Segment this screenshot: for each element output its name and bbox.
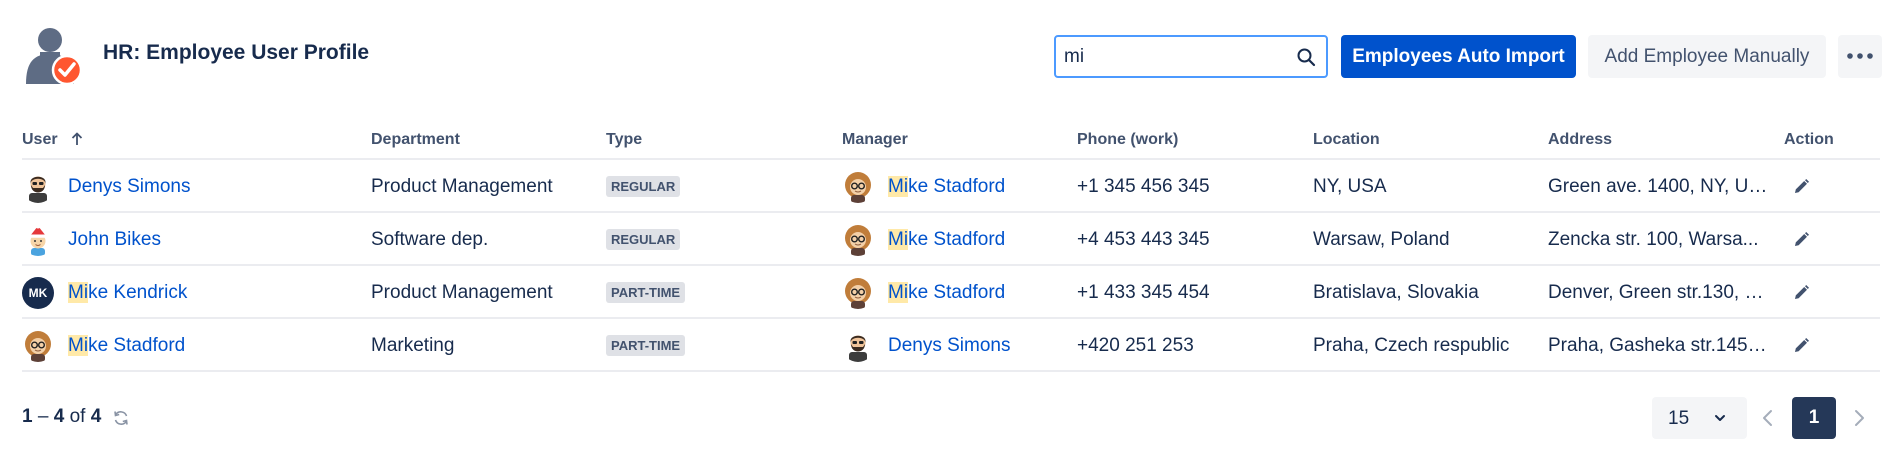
manager-link[interactable]: Mike Stadford — [888, 281, 1005, 304]
type-cell: REGULAR — [606, 160, 836, 213]
column-header-manager[interactable]: Manager — [842, 131, 908, 149]
avatar-curly-hair-glasses — [845, 277, 871, 309]
column-header-address[interactable]: Address — [1548, 131, 1612, 149]
column-header-phone[interactable]: Phone (work) — [1077, 131, 1178, 149]
manager-cell: Mike Stadford — [842, 213, 1072, 266]
page-size-select[interactable]: 15 — [1652, 397, 1747, 439]
column-header-department[interactable]: Department — [371, 131, 460, 149]
type-lozenge: PART-TIME — [606, 335, 686, 356]
avatar-bearded-man — [849, 335, 867, 362]
pencil-icon[interactable] — [1792, 178, 1810, 196]
user-link[interactable]: Mike Kendrick — [68, 281, 187, 304]
location-cell: Bratislava, Slovakia — [1313, 281, 1479, 303]
type-lozenge: REGULAR — [606, 176, 681, 197]
table-row: MK Mike Kendrick Product Management PART… — [22, 266, 1880, 319]
pencil-icon[interactable] — [1792, 231, 1810, 249]
avatar-initials: MK — [22, 276, 54, 309]
avatar-santa-hat — [29, 224, 47, 256]
user-cell: John Bikes — [22, 213, 362, 266]
type-cell: PART-TIME — [606, 266, 836, 319]
add-employee-manually-button[interactable]: Add Employee Manually — [1588, 35, 1826, 78]
search-input[interactable] — [1064, 43, 1284, 71]
avatar-curly-hair-glasses — [845, 224, 871, 256]
phone-cell: +1 345 456 345 — [1077, 175, 1210, 197]
avatar-curly-hair-glasses — [25, 330, 51, 362]
location-cell: NY, USA — [1313, 175, 1387, 197]
action-cell — [1784, 160, 1864, 213]
page-button-current[interactable]: 1 — [1792, 397, 1836, 439]
type-lozenge: REGULAR — [606, 229, 681, 250]
phone-cell: +1 433 345 454 — [1077, 281, 1210, 303]
address-cell: Denver, Green str.130, U... — [1548, 281, 1768, 303]
type-cell: PART-TIME — [606, 319, 836, 372]
address-cell: Green ave. 1400, NY, USA — [1548, 175, 1768, 197]
manager-link[interactable]: Mike Stadford — [888, 228, 1005, 251]
department-cell: Software dep. — [371, 228, 489, 250]
action-cell — [1784, 213, 1864, 266]
page-title: HR: Employee User Profile — [103, 41, 370, 64]
phone-cell: +4 453 443 345 — [1077, 228, 1210, 250]
manager-cell: Mike Stadford — [842, 266, 1072, 319]
user-cell: MK Mike Kendrick — [22, 266, 362, 319]
chevron-right-icon[interactable] — [1847, 406, 1871, 430]
column-header-location[interactable]: Location — [1313, 131, 1380, 149]
employees-auto-import-button[interactable]: Employees Auto Import — [1341, 35, 1576, 78]
column-header-action: Action — [1784, 131, 1834, 148]
address-cell: Praha, Gasheka str.145 ... — [1548, 334, 1768, 356]
user-profile-check-icon — [26, 28, 83, 86]
search-box[interactable] — [1054, 35, 1328, 78]
pagination-summary: 1 – 4 of 4 — [22, 406, 102, 427]
table-row: John Bikes Software dep. REGULAR Mike St… — [22, 213, 1880, 266]
user-link[interactable]: Mike Stadford — [68, 334, 185, 357]
user-cell: Mike Stadford — [22, 319, 362, 372]
more-icon — [1847, 53, 1873, 59]
arrow-up-icon — [71, 132, 83, 145]
refresh-icon[interactable] — [112, 409, 130, 427]
user-cell: Denys Simons — [22, 160, 362, 213]
column-header-user[interactable]: User — [22, 131, 84, 149]
chevron-left-icon[interactable] — [1756, 406, 1780, 430]
table-row: Denys Simons Product Management REGULAR … — [22, 160, 1880, 213]
action-cell — [1784, 266, 1864, 319]
page-header: HR: Employee User Profile Employees Auto… — [0, 0, 1894, 110]
pencil-icon[interactable] — [1792, 284, 1810, 302]
phone-cell: +420 251 253 — [1077, 334, 1194, 356]
type-cell: REGULAR — [606, 213, 836, 266]
user-link[interactable]: Denys Simons — [68, 176, 191, 198]
manager-link[interactable]: Denys Simons — [888, 335, 1011, 357]
action-cell — [1784, 319, 1864, 372]
avatar-curly-hair-glasses — [845, 171, 871, 203]
table-row: Mike Stadford Marketing PART-TIME Denys … — [22, 319, 1880, 372]
type-lozenge: PART-TIME — [606, 282, 686, 303]
pencil-icon[interactable] — [1792, 337, 1810, 355]
location-cell: Praha, Czech respublic — [1313, 334, 1510, 356]
location-cell: Warsaw, Poland — [1313, 228, 1450, 250]
department-cell: Product Management — [371, 281, 553, 303]
manager-cell: Denys Simons — [842, 319, 1072, 372]
chevron-down-icon — [1715, 415, 1725, 421]
manager-link[interactable]: Mike Stadford — [888, 175, 1005, 198]
manager-cell: Mike Stadford — [842, 160, 1072, 213]
department-cell: Product Management — [371, 175, 553, 197]
avatar-bearded-man — [29, 176, 47, 203]
search-icon[interactable] — [1296, 47, 1316, 67]
more-actions-button[interactable] — [1838, 35, 1882, 78]
department-cell: Marketing — [371, 334, 455, 356]
user-link[interactable]: John Bikes — [68, 229, 161, 251]
address-cell: Zencka str. 100, Warsa... — [1548, 228, 1759, 250]
column-header-type[interactable]: Type — [606, 131, 642, 149]
